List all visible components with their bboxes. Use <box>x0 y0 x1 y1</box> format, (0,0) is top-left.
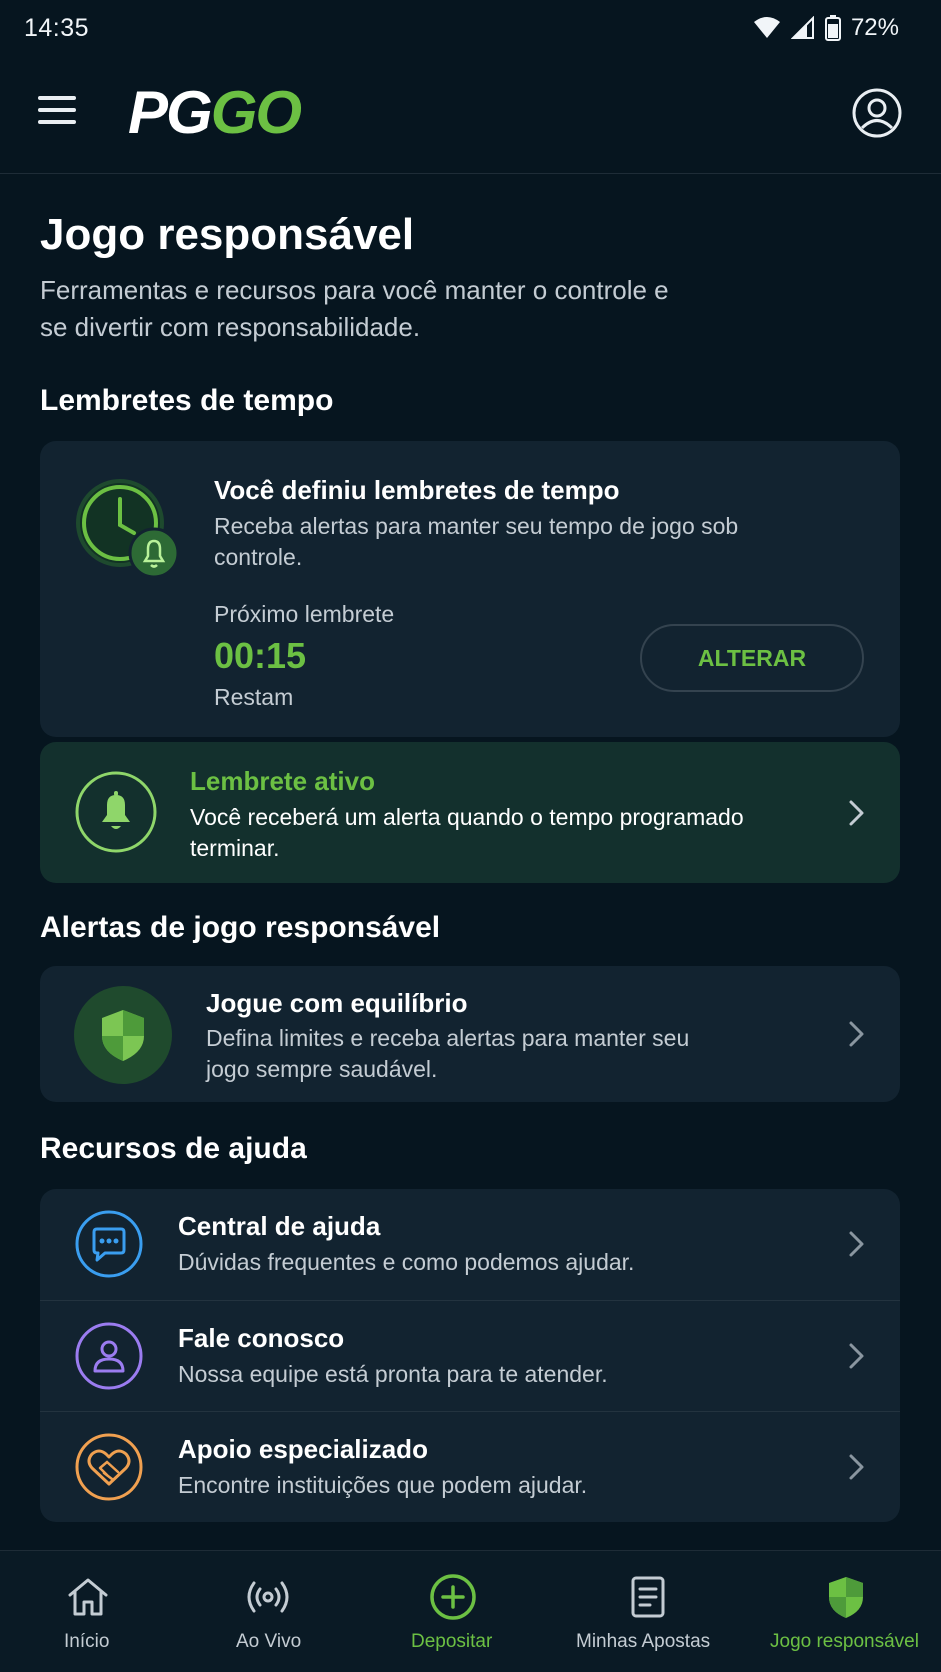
home-icon <box>68 1578 108 1616</box>
specialized-support-title: Apoio especializado <box>178 1434 428 1464</box>
help-resources-list: Central de ajuda Dúvidas frequentes e co… <box>40 1189 900 1522</box>
bottom-nav: Início Ao Vivo Depositar Minhas Apostas … <box>0 1550 941 1672</box>
active-reminder-card[interactable]: Lembrete ativo Você receberá um alerta q… <box>40 742 900 883</box>
nav-home[interactable]: Início <box>28 1551 148 1672</box>
battery-percent: 72% <box>850 14 899 41</box>
page-title: Jogo responsável <box>40 210 415 259</box>
help-center-description: Dúvidas frequentes e como podemos ajudar… <box>178 1249 635 1275</box>
handshake-heart-icon <box>75 1433 143 1501</box>
nav-responsible-gaming[interactable]: Jogo responsável <box>766 1551 926 1672</box>
remaining-label: Restam <box>214 684 294 710</box>
nav-responsible-gaming-label: Jogo responsável <box>770 1631 919 1652</box>
nav-live[interactable]: Ao Vivo <box>208 1551 328 1672</box>
help-resources-heading: Recursos de ajuda <box>40 1132 307 1165</box>
status-icons: 72% <box>753 14 899 42</box>
play-balance-card[interactable]: Jogue com equilíbrio Defina limites e re… <box>40 966 900 1102</box>
nav-my-bets-label: Minhas Apostas <box>576 1631 711 1652</box>
battery-icon <box>824 15 841 41</box>
nav-deposit[interactable]: Depositar <box>393 1551 513 1672</box>
reminder-set-description: Receba alertas para manter seu tempo de … <box>214 513 739 570</box>
cell-signal-icon <box>790 16 814 39</box>
hamburger-line <box>38 108 76 112</box>
contact-us-item[interactable]: Fale conosco Nossa equipe está pronta pa… <box>40 1300 900 1411</box>
app-header: PGGO <box>0 56 941 174</box>
logo-pg: PG <box>128 79 213 146</box>
chevron-right-icon <box>849 1343 864 1369</box>
time-reminders-heading: Lembretes de tempo <box>40 384 334 417</box>
change-reminder-button[interactable]: ALTERAR <box>640 624 864 692</box>
contact-us-title: Fale conosco <box>178 1323 345 1353</box>
profile-button[interactable] <box>851 87 903 139</box>
plus-circle-icon <box>430 1574 476 1620</box>
user-circle-icon <box>852 88 902 138</box>
status-time: 14:35 <box>24 13 90 42</box>
clock-bell-icon <box>76 479 180 579</box>
specialized-support-description: Encontre instituições que podem ajudar. <box>178 1472 588 1498</box>
pggo-logo[interactable]: PGGO <box>128 78 302 148</box>
chevron-right-icon <box>849 1231 864 1257</box>
reminder-set-title: Você definiu lembretes de tempo <box>214 475 620 505</box>
document-icon <box>631 1576 665 1618</box>
contact-us-description: Nossa equipe está pronta para te atender… <box>178 1361 608 1387</box>
shield-icon <box>74 986 172 1084</box>
bell-icon <box>75 771 157 853</box>
active-reminder-title: Lembrete ativo <box>190 766 375 796</box>
active-reminder-description: Você receberá um alerta quando o tempo p… <box>190 804 744 861</box>
logo-go: GO <box>210 79 302 146</box>
next-reminder-label: Próximo lembrete <box>214 601 395 627</box>
person-icon <box>75 1322 143 1390</box>
menu-button[interactable] <box>38 96 82 132</box>
page-subtitle: Ferramentas e recursos para você manter … <box>40 275 669 342</box>
nav-my-bets[interactable]: Minhas Apostas <box>568 1551 728 1672</box>
nav-deposit-label: Depositar <box>411 1631 493 1652</box>
help-center-title: Central de ajuda <box>178 1211 381 1241</box>
status-bar: 14:35 72% <box>0 0 941 56</box>
next-reminder-timer: 00:15 <box>214 635 307 676</box>
live-broadcast-icon <box>247 1581 289 1613</box>
play-balance-description: Defina limites e receba alertas para man… <box>206 1025 690 1082</box>
time-reminder-card: Você definiu lembretes de tempo Receba a… <box>40 441 900 737</box>
specialized-support-item[interactable]: Apoio especializado Encontre instituiçõe… <box>40 1411 900 1522</box>
hamburger-line <box>38 120 76 124</box>
hamburger-icon <box>38 96 76 100</box>
chat-icon <box>75 1210 143 1278</box>
chevron-right-icon <box>849 800 864 826</box>
play-balance-title: Jogue com equilíbrio <box>206 988 468 1018</box>
chevron-right-icon <box>849 1021 864 1047</box>
wifi-icon <box>753 17 780 38</box>
chevron-right-icon <box>849 1454 864 1480</box>
shield-icon <box>829 1577 863 1618</box>
responsible-alerts-heading: Alertas de jogo responsável <box>40 911 441 944</box>
nav-live-label: Ao Vivo <box>236 1631 302 1652</box>
help-center-item[interactable]: Central de ajuda Dúvidas frequentes e co… <box>40 1189 900 1300</box>
nav-home-label: Início <box>64 1631 110 1652</box>
